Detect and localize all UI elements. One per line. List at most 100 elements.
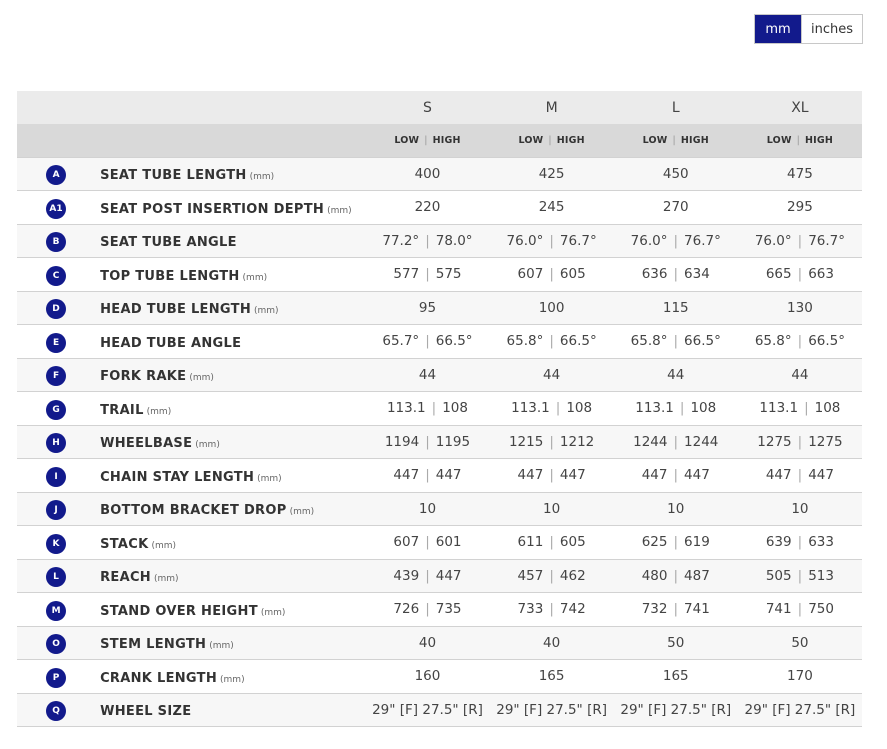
high-value: 76.7° xyxy=(808,232,845,249)
value-text: 50 xyxy=(791,634,809,651)
measurement-value: 447 | 447 xyxy=(738,459,862,493)
measurement-unit: (mm) xyxy=(260,607,286,618)
separator: | xyxy=(797,333,803,350)
high-value: 66.5° xyxy=(559,333,597,350)
low-value: 77.2° xyxy=(382,232,420,249)
high-value: 513 xyxy=(808,567,834,584)
separator: | xyxy=(796,134,801,146)
measurement-value: 115 xyxy=(614,291,738,325)
low-high-header: LOW | HIGH xyxy=(490,124,614,157)
high-value: 66.5° xyxy=(684,333,721,350)
separator: | xyxy=(549,567,554,584)
value-text: 44 xyxy=(667,366,685,383)
measurement-label: WHEELBASE xyxy=(100,436,193,452)
measurement-label: STAND OVER HEIGHT xyxy=(100,603,258,619)
high-value: 750 xyxy=(808,601,834,618)
low-value: 113.1 xyxy=(386,400,426,417)
measurement-value: 607 | 605 xyxy=(490,258,614,292)
measurement-value: 480 | 487 xyxy=(614,559,738,593)
inches-unit-button[interactable]: inches xyxy=(801,15,862,43)
low-value: 65.8° xyxy=(754,333,792,350)
measurement-value: 50 xyxy=(738,626,862,660)
separator: | xyxy=(425,232,430,249)
measurement-badge-icon: E xyxy=(46,332,67,353)
measurement-value: 741 | 750 xyxy=(738,593,862,627)
table-row: I CHAIN STAY LENGTH (mm) 447 | 447 447 | 447 447 |… xyxy=(17,458,862,493)
measurement-value: 76.0° | 76.7° xyxy=(614,224,738,258)
value-text: 130 xyxy=(787,299,813,316)
measurement-value: 10 xyxy=(738,492,862,526)
low-high-header: LOW | HIGH xyxy=(365,124,489,157)
measurement-value: 611 | 605 xyxy=(490,526,614,560)
low-value: 447 xyxy=(765,467,792,484)
measurement-badge-icon: L xyxy=(46,567,67,588)
value-text: 29" [F] 27.5" [R] xyxy=(620,701,732,718)
high-value: 601 xyxy=(435,534,462,551)
low-value: 65.7° xyxy=(382,333,420,350)
low-high-header-row: LOW | HIGH LOW | HIGH LOW | HIGH LOW | HIGH xyxy=(17,124,862,157)
measurement-value: 639 | 633 xyxy=(738,526,862,560)
low-value: 505 xyxy=(765,567,792,584)
separator: | xyxy=(425,567,430,584)
measurement-value: 113.1 | 108 xyxy=(490,392,614,426)
measurement-badge-icon: K xyxy=(46,533,67,554)
measurement-value: 447 | 447 xyxy=(490,459,614,493)
measurement-badge-icon: J xyxy=(46,500,67,521)
separator: | xyxy=(549,534,554,551)
high-value: 462 xyxy=(559,567,586,584)
table-row: M STAND OVER HEIGHT (mm) 726 | 735 733 | 742 732 |… xyxy=(17,592,862,627)
low-value: 76.0° xyxy=(630,232,668,249)
measurement-unit: (mm) xyxy=(220,674,245,685)
measurement-unit: (mm) xyxy=(257,473,282,484)
measurement-value: 113.1 | 108 xyxy=(365,392,489,426)
low-value: 741 xyxy=(765,601,792,618)
measurement-badge-icon: F xyxy=(46,366,67,387)
measurement-value: 457 | 462 xyxy=(490,559,614,593)
table-row: A1 SEAT POST INSERTION DEPTH (mm) 220 245 270… xyxy=(17,190,862,225)
measurement-value: 245 xyxy=(490,191,614,225)
low-value: 480 xyxy=(641,567,668,584)
value-text: 165 xyxy=(662,668,689,685)
measurement-label: HEAD TUBE ANGLE xyxy=(100,335,242,351)
low-value: 65.8° xyxy=(630,333,668,350)
measurement-value: 100 xyxy=(490,291,614,325)
value-text: 95 xyxy=(418,299,437,316)
separator: | xyxy=(797,567,803,584)
low-value: 65.8° xyxy=(506,333,544,350)
table-row: D HEAD TUBE LENGTH (mm) 95 100 115 130 xyxy=(17,291,862,325)
measurement-value: 625 | 619 xyxy=(614,526,738,560)
low-value: 639 xyxy=(765,534,792,551)
measurement-unit: (mm) xyxy=(289,507,315,518)
low-value: 76.0° xyxy=(754,232,792,249)
high-value: 487 xyxy=(684,567,710,584)
separator: | xyxy=(425,433,430,450)
separator: | xyxy=(673,232,679,249)
mm-unit-button[interactable]: mm xyxy=(755,15,801,43)
low-value: 113.1 xyxy=(759,400,799,417)
measurement-label: FORK RAKE xyxy=(100,369,187,385)
measurement-value: 726 | 735 xyxy=(365,593,489,627)
low-value: 113.1 xyxy=(635,400,674,417)
value-text: 29" [F] 27.5" [R] xyxy=(744,701,856,718)
measurement-value: 29" [F] 27.5" [R] xyxy=(490,693,614,727)
measurement-value: 439 | 447 xyxy=(365,559,489,593)
measurement-label: SEAT TUBE LENGTH xyxy=(100,168,247,184)
high-value: 447 xyxy=(684,467,710,484)
measurement-value: 76.0° | 76.7° xyxy=(490,224,614,258)
value-text: 160 xyxy=(414,668,441,685)
value-text: 10 xyxy=(418,500,437,517)
measurement-value: 44 xyxy=(490,358,614,392)
measurement-badge-icon: O xyxy=(46,634,67,655)
value-text: 29" [F] 27.5" [R] xyxy=(496,701,607,718)
measurement-value: 29" [F] 27.5" [R] xyxy=(614,693,738,727)
measurement-unit: (mm) xyxy=(249,172,275,183)
measurement-value: 10 xyxy=(614,492,738,526)
measurement-value: 447 | 447 xyxy=(365,459,489,493)
measurement-value: 607 | 601 xyxy=(365,526,489,560)
table-row: P CRANK LENGTH (mm) 160 165 165 170 xyxy=(17,659,862,693)
value-text: 29" [F] 27.5" [R] xyxy=(372,701,483,718)
measurement-value: 113.1 | 108 xyxy=(614,392,738,426)
high-label: HIGH xyxy=(680,134,709,146)
measurement-badge-icon: C xyxy=(46,265,67,286)
value-text: 170 xyxy=(787,668,813,685)
